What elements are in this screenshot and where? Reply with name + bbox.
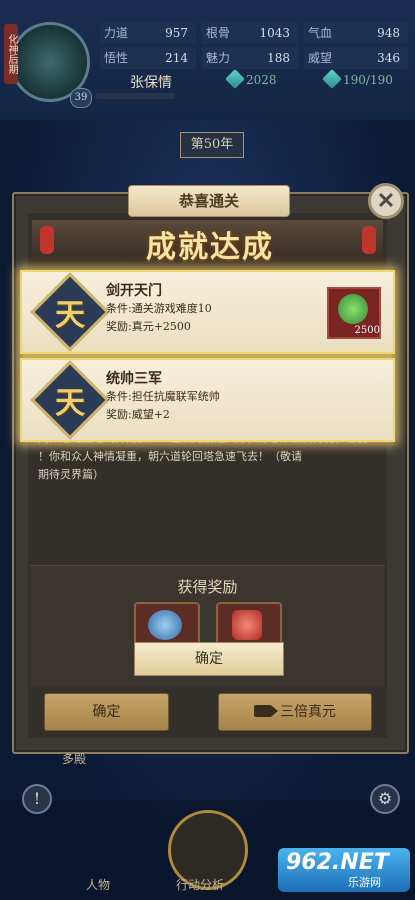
stat-bone: 根骨 1043 — [202, 22, 298, 44]
story-line: 期待灵界篇） — [38, 468, 104, 481]
exp-bar — [95, 93, 175, 99]
lantern-icon — [362, 226, 376, 254]
reward-title: 获得奖励 — [177, 578, 238, 596]
nav-character[interactable]: 人物 — [86, 876, 110, 893]
achievement-condition: 条件:通关游戏难度10 — [106, 302, 212, 315]
achievement-name: 剑开天门 — [106, 283, 162, 299]
badge-char: 天 — [55, 298, 85, 333]
player-name: 张保情 — [130, 75, 172, 91]
dialog-title: 恭喜通关 — [128, 185, 290, 217]
gem-icon — [322, 69, 342, 89]
year-label: 第50年 — [180, 132, 244, 158]
resource-spirit: 2028 — [225, 69, 298, 89]
level-badge: 39 — [70, 88, 92, 108]
confirm-reward-button[interactable]: 确定 — [134, 642, 284, 676]
stat-charm: 魅力 188 — [202, 47, 298, 69]
story-text: 向六道轮回塔飞奔而去，一道流光划过天际，你心中豪情万丈，誓要 ！你和众人神情凝重… — [32, 430, 382, 570]
stat-comprehension: 悟性 214 — [100, 47, 196, 69]
gear-icon[interactable]: ⚙ — [370, 784, 400, 814]
close-button[interactable]: ✕ — [368, 183, 404, 219]
site-watermark: 962.NET 乐游网 — [278, 848, 410, 892]
spirit-orb-icon — [338, 294, 368, 324]
confirm-button[interactable]: 确定 — [44, 693, 169, 731]
nav-action[interactable]: 行动分析 — [176, 876, 224, 893]
achievement-name: 统帅三军 — [106, 371, 162, 387]
achievement-title: 成就达成 — [146, 230, 274, 265]
stats-panel: 力道 957 根骨 1043 气血 948 悟性 214 魅力 188 威望 346 — [100, 22, 410, 70]
alert-icon[interactable]: ! — [22, 784, 52, 814]
achievement-reward: 奖励:威望+2 — [106, 408, 170, 421]
triple-reward-button[interactable]: 三倍真元 — [218, 693, 372, 731]
badge-char: 天 — [55, 386, 85, 421]
gem-icon — [225, 69, 245, 89]
stat-strength: 力道 957 — [100, 22, 196, 44]
video-icon — [254, 705, 278, 717]
floor-label: 多殿 — [62, 752, 87, 766]
realm-tag: 化神后期 — [4, 24, 18, 84]
achievement-reward: 奖励:真元+2500 — [106, 320, 191, 333]
story-line: ！你和众人神情凝重，朝六道轮回塔急速飞去！（敬请 — [38, 450, 302, 463]
stat-prestige: 威望 346 — [304, 47, 408, 69]
achievement-condition: 条件:担任抗魔联军统帅 — [106, 390, 220, 403]
lantern-icon — [40, 226, 54, 254]
resource-stamina: 190/190 — [322, 69, 405, 89]
stat-blood: 气血 948 — [304, 22, 408, 44]
reward-quantity: 2500 — [354, 325, 380, 336]
